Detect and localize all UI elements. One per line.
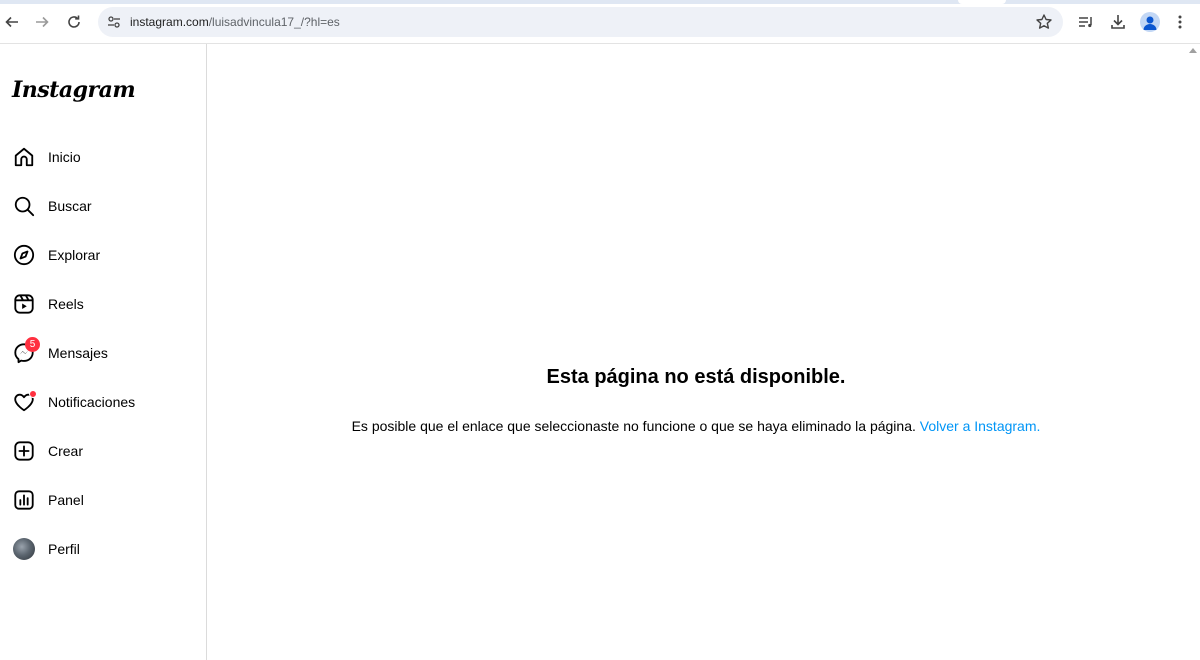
sidebar-item-label: Perfil (48, 541, 80, 557)
sidebar-item-label: Panel (48, 492, 84, 508)
reels-icon (12, 292, 36, 316)
search-icon (12, 194, 36, 218)
browser-menu-button[interactable] (1170, 12, 1190, 32)
instagram-logo[interactable]: Instagram (12, 77, 136, 103)
sidebar-item-label: Mensajes (48, 345, 108, 361)
error-message: Es posible que el enlace que seleccionas… (207, 418, 1185, 434)
sidebar: Instagram Inicio Buscar Explorar Reels 5… (0, 44, 207, 660)
scroll-up-icon[interactable] (1189, 48, 1197, 53)
url-text: instagram.com/luisadvincula17_/?hl=es (130, 15, 340, 29)
messenger-icon: 5 (12, 337, 40, 365)
back-button[interactable] (0, 10, 24, 34)
main-content: Esta página no está disponible. Es posib… (207, 44, 1185, 660)
sidebar-item-label: Reels (48, 296, 84, 312)
sidebar-item-label: Explorar (48, 247, 101, 263)
sidebar-item-explorar[interactable]: Explorar (0, 233, 206, 277)
page-title: Esta página no está disponible. (546, 366, 846, 388)
home-icon (12, 145, 36, 169)
browser-toolbar: instagram.com/luisadvincula17_/?hl=es (0, 0, 1200, 44)
browser-profile-icon[interactable] (1140, 12, 1160, 32)
download-icon (1111, 15, 1125, 29)
forward-button[interactable] (30, 10, 54, 34)
bookmark-star-icon[interactable] (1035, 13, 1053, 31)
back-to-instagram-link[interactable]: Volver a Instagram. (920, 418, 1041, 434)
reading-list-button[interactable] (1076, 12, 1096, 32)
sidebar-item-crear[interactable]: Crear (0, 429, 206, 473)
tab-strip-edge (0, 0, 1200, 4)
arrow-right-icon (36, 16, 49, 28)
url-host: instagram.com (130, 15, 209, 29)
sidebar-item-perfil[interactable]: Perfil (0, 527, 206, 571)
sidebar-item-buscar[interactable]: Buscar (0, 184, 206, 228)
heart-icon (12, 390, 37, 414)
chart-icon (12, 488, 36, 512)
plus-square-icon (12, 439, 36, 463)
sidebar-item-panel[interactable]: Panel (0, 478, 206, 522)
notification-dot (29, 390, 37, 398)
sidebar-item-label: Inicio (48, 149, 81, 165)
site-settings-icon[interactable] (106, 14, 122, 30)
reload-button[interactable] (62, 10, 86, 34)
sidebar-item-label: Crear (48, 443, 84, 459)
address-bar[interactable]: instagram.com/luisadvincula17_/?hl=es (98, 7, 1063, 37)
kebab-menu-icon (1178, 15, 1182, 29)
sidebar-item-mensajes[interactable]: 5 Mensajes (0, 331, 206, 375)
sidebar-item-notificaciones[interactable]: Notificaciones (0, 380, 206, 424)
scrollbar[interactable] (1185, 44, 1200, 660)
error-text: Es posible que el enlace que seleccionas… (351, 418, 916, 434)
sidebar-item-label: Buscar (48, 198, 92, 214)
compass-icon (12, 243, 36, 267)
downloads-button[interactable] (1108, 12, 1128, 32)
sidebar-item-reels[interactable]: Reels (0, 282, 206, 326)
avatar (13, 538, 35, 560)
url-path: /luisadvincula17_/?hl=es (208, 15, 340, 29)
reload-icon (68, 15, 80, 28)
arrow-left-icon (5, 16, 18, 28)
sidebar-item-inicio[interactable]: Inicio (0, 135, 206, 179)
playlist-icon (1079, 17, 1092, 28)
messages-badge: 5 (25, 337, 40, 352)
sidebar-item-label: Notificaciones (48, 394, 136, 410)
profile-avatar (12, 537, 36, 561)
